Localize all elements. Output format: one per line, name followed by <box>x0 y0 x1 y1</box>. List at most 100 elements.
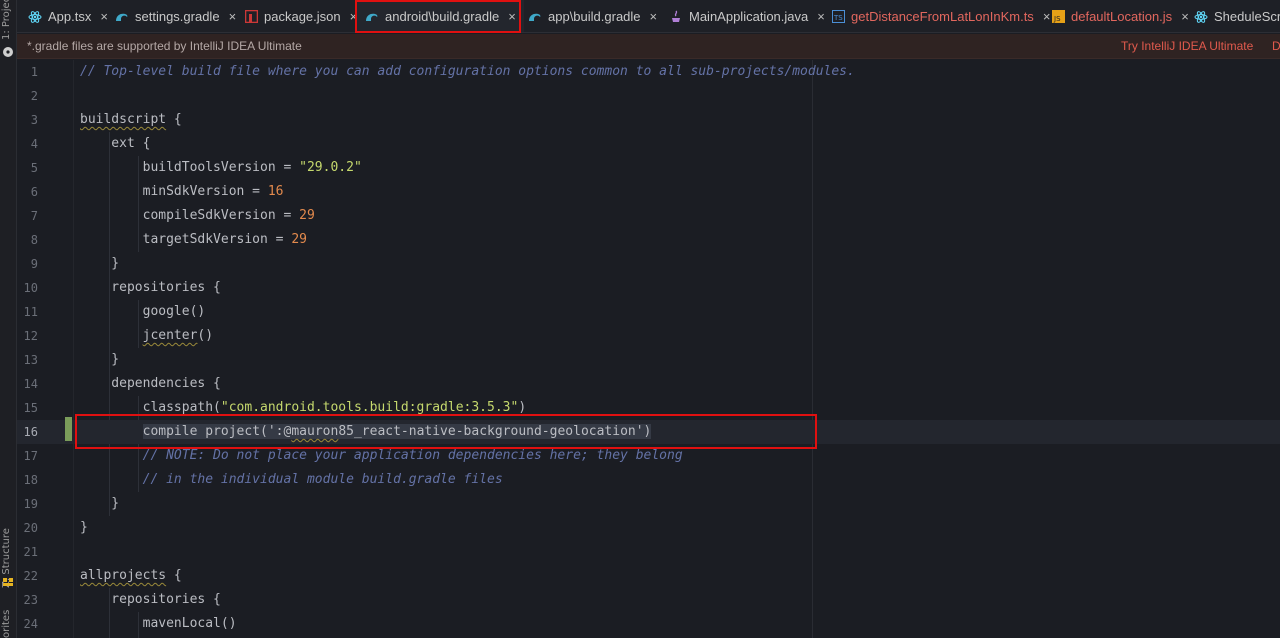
react-icon <box>28 10 42 24</box>
tab-app-tsx[interactable]: App.tsx × <box>20 0 116 32</box>
line-number: 4 <box>30 137 38 151</box>
tab-get-distance-ts[interactable]: TS getDistanceFromLatLonInKm.ts × <box>823 0 1058 32</box>
tab-label: App.tsx <box>48 8 92 24</box>
tab-label: getDistanceFromLatLonInKm.ts <box>851 8 1034 24</box>
code-line: 5 buildToolsVersion = "29.0.2" <box>17 156 1280 180</box>
svg-text:JS: JS <box>1053 15 1061 23</box>
code-line: 4 ext { <box>17 132 1280 156</box>
project-tool-label[interactable]: 1: Project <box>1 0 12 40</box>
dismiss-link[interactable]: D <box>1272 39 1280 53</box>
line-number: 6 <box>30 185 38 199</box>
vcs-change-marker[interactable] <box>65 417 72 441</box>
code-text: } <box>80 256 120 271</box>
line-number: 5 <box>30 161 38 175</box>
favorites-tool-label[interactable]: orites <box>1 608 12 638</box>
code-line: 19 } <box>17 492 1280 516</box>
plugin-suggestion-banner: *.gradle files are supported by IntelliJ… <box>17 34 1280 59</box>
code-line: 21 <box>17 540 1280 564</box>
code-line: 6 minSdkVersion = 16 <box>17 180 1280 204</box>
line-number: 18 <box>23 473 38 487</box>
line-number: 20 <box>23 521 38 535</box>
line-number: 15 <box>23 401 38 415</box>
tab-package-json[interactable]: package.json × <box>236 0 365 32</box>
react-icon <box>1194 10 1208 24</box>
line-number: 12 <box>23 329 38 343</box>
line-number: 13 <box>23 353 38 367</box>
tab-label: SheduleScr <box>1214 8 1280 24</box>
tab-settings-gradle[interactable]: settings.gradle × <box>107 0 244 32</box>
line-number: 11 <box>23 305 38 319</box>
code-text: dependencies { <box>80 376 221 391</box>
code-text: compile project(':@mauron85_react-native… <box>142 424 652 439</box>
line-number: 10 <box>23 281 38 295</box>
code-line: 3 buildscript { <box>17 108 1280 132</box>
code-text: minSdkVersion = 16 <box>80 184 284 199</box>
structure-icon[interactable] <box>2 576 14 588</box>
code-text: allprojects { <box>80 568 182 583</box>
code-text: } <box>80 496 120 511</box>
tab-label: package.json <box>264 8 341 24</box>
line-number: 8 <box>30 233 38 247</box>
try-ultimate-link[interactable]: Try IntelliJ IDEA Ultimate <box>1121 39 1253 53</box>
tab-label: MainApplication.java <box>689 8 809 24</box>
line-number: 16 <box>23 425 38 439</box>
gradle-icon <box>115 10 129 24</box>
npm-icon <box>244 10 258 24</box>
line-number: 9 <box>30 257 38 271</box>
tab-default-location-js[interactable]: JS defaultLocation.js × <box>1043 0 1197 32</box>
line-number: 24 <box>23 617 38 631</box>
code-text: classpath("com.android.tools.build:gradl… <box>80 400 527 415</box>
line-number: 2 <box>30 89 38 103</box>
tab-android-build-gradle[interactable]: android\build.gradle × <box>357 0 524 32</box>
code-text: google() <box>80 304 206 319</box>
typescript-icon: TS <box>831 10 845 24</box>
tab-app-build-gradle[interactable]: app\build.gradle × <box>520 0 665 32</box>
code-editor[interactable]: 1 // Top-level build file where you can a… <box>17 60 1280 638</box>
close-icon[interactable]: × <box>508 9 516 24</box>
code-line: 1 // Top-level build file where you can a… <box>17 60 1280 84</box>
code-text: // NOTE: Do not place your application d… <box>80 448 683 463</box>
code-line: 8 targetSdkVersion = 29 <box>17 228 1280 252</box>
code-line: 14 dependencies { <box>17 372 1280 396</box>
code-line: 22 allprojects { <box>17 564 1280 588</box>
code-line-current: 16 compile project(':@mauron85_react-nat… <box>17 420 1280 444</box>
code-line: 24 mavenLocal() <box>17 612 1280 636</box>
gradle-icon <box>528 10 542 24</box>
line-number: 1 <box>30 65 38 79</box>
close-icon[interactable]: × <box>650 9 658 24</box>
gradle-icon <box>365 10 379 24</box>
react-native-icon[interactable] <box>2 46 14 58</box>
code-text: } <box>80 352 120 367</box>
code-text: // in the individual module build.gradle… <box>80 472 503 487</box>
code-text: repositories { <box>80 280 221 295</box>
editor-tab-bar: App.tsx × settings.gradle × package.json… <box>17 0 1280 33</box>
code-text: jcenter() <box>142 328 214 343</box>
code-line: 13 } <box>17 348 1280 372</box>
line-number: 14 <box>23 377 38 391</box>
code-line: 12 jcenter() <box>17 324 1280 348</box>
line-number: 17 <box>23 449 38 463</box>
line-number: 23 <box>23 593 38 607</box>
tab-label: settings.gradle <box>135 8 220 24</box>
line-number: 7 <box>30 209 38 223</box>
javascript-icon: JS <box>1051 10 1065 24</box>
line-number: 22 <box>23 569 38 583</box>
tab-main-application-java[interactable]: MainApplication.java × <box>661 0 833 32</box>
tab-label: android\build.gradle <box>385 8 500 24</box>
code-line: 18 // in the individual module build.gra… <box>17 468 1280 492</box>
code-text: mavenLocal() <box>80 616 237 631</box>
code-line: 15 classpath("com.android.tools.build:gr… <box>17 396 1280 420</box>
code-text: repositories { <box>80 592 221 607</box>
tab-shedule-screen[interactable]: SheduleScr <box>1186 0 1280 32</box>
code-line: 10 repositories { <box>17 276 1280 300</box>
code-text: ext { <box>80 136 151 151</box>
code-line: 7 compileSdkVersion = 29 <box>17 204 1280 228</box>
java-icon <box>669 10 683 24</box>
tab-label: app\build.gradle <box>548 8 641 24</box>
tab-label: defaultLocation.js <box>1071 8 1173 24</box>
code-text: // Top-level build file where you can ad… <box>80 64 855 79</box>
code-text: targetSdkVersion = 29 <box>80 232 307 247</box>
code-text: compileSdkVersion = 29 <box>80 208 315 223</box>
code-line: 2 <box>17 84 1280 108</box>
code-line: 23 repositories { <box>17 588 1280 612</box>
